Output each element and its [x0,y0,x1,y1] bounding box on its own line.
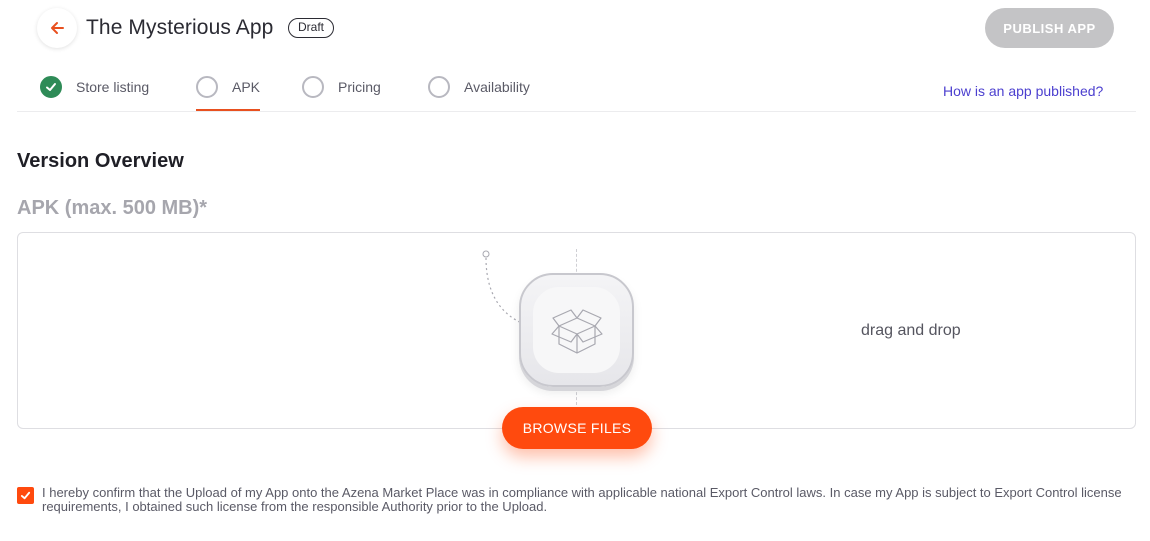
apk-field-label: APK (max. 500 MB)* [17,197,208,219]
app-title: The Mysterious App [86,16,274,39]
tab-label: Pricing [338,79,381,95]
tab-label: Availability [464,79,530,95]
tab-availability[interactable]: Availability [428,76,530,112]
empty-circle-icon [196,76,218,98]
check-circle-icon [40,76,62,98]
help-link[interactable]: How is an app published? [943,83,1103,99]
tab-store-listing[interactable]: Store listing [40,76,149,112]
section-title: Version Overview [17,150,184,172]
browse-files-button[interactable]: BROWSE FILES [502,407,652,449]
confirm-checkbox[interactable] [17,487,34,504]
tab-label: APK [232,79,261,95]
tab-label: Store listing [76,79,150,95]
app-header: The Mysterious App Draft PUBLISH APP [0,0,1150,60]
drag-and-drop-hint: drag and drop [861,322,961,339]
confirm-label: I hereby confirm that the Upload of my A… [42,485,1122,514]
upload-illustration [519,273,634,387]
status-badge: Draft [288,18,335,38]
tab-pricing[interactable]: Pricing [302,76,381,112]
checkmark-icon [20,491,31,500]
package-box-icon [550,309,603,354]
empty-circle-icon [428,76,450,98]
empty-circle-icon [302,76,324,98]
tab-apk[interactable]: APK [196,76,261,111]
publish-app-button[interactable]: PUBLISH APP [985,8,1114,48]
back-button[interactable] [37,8,77,48]
arrow-left-icon [51,22,64,34]
